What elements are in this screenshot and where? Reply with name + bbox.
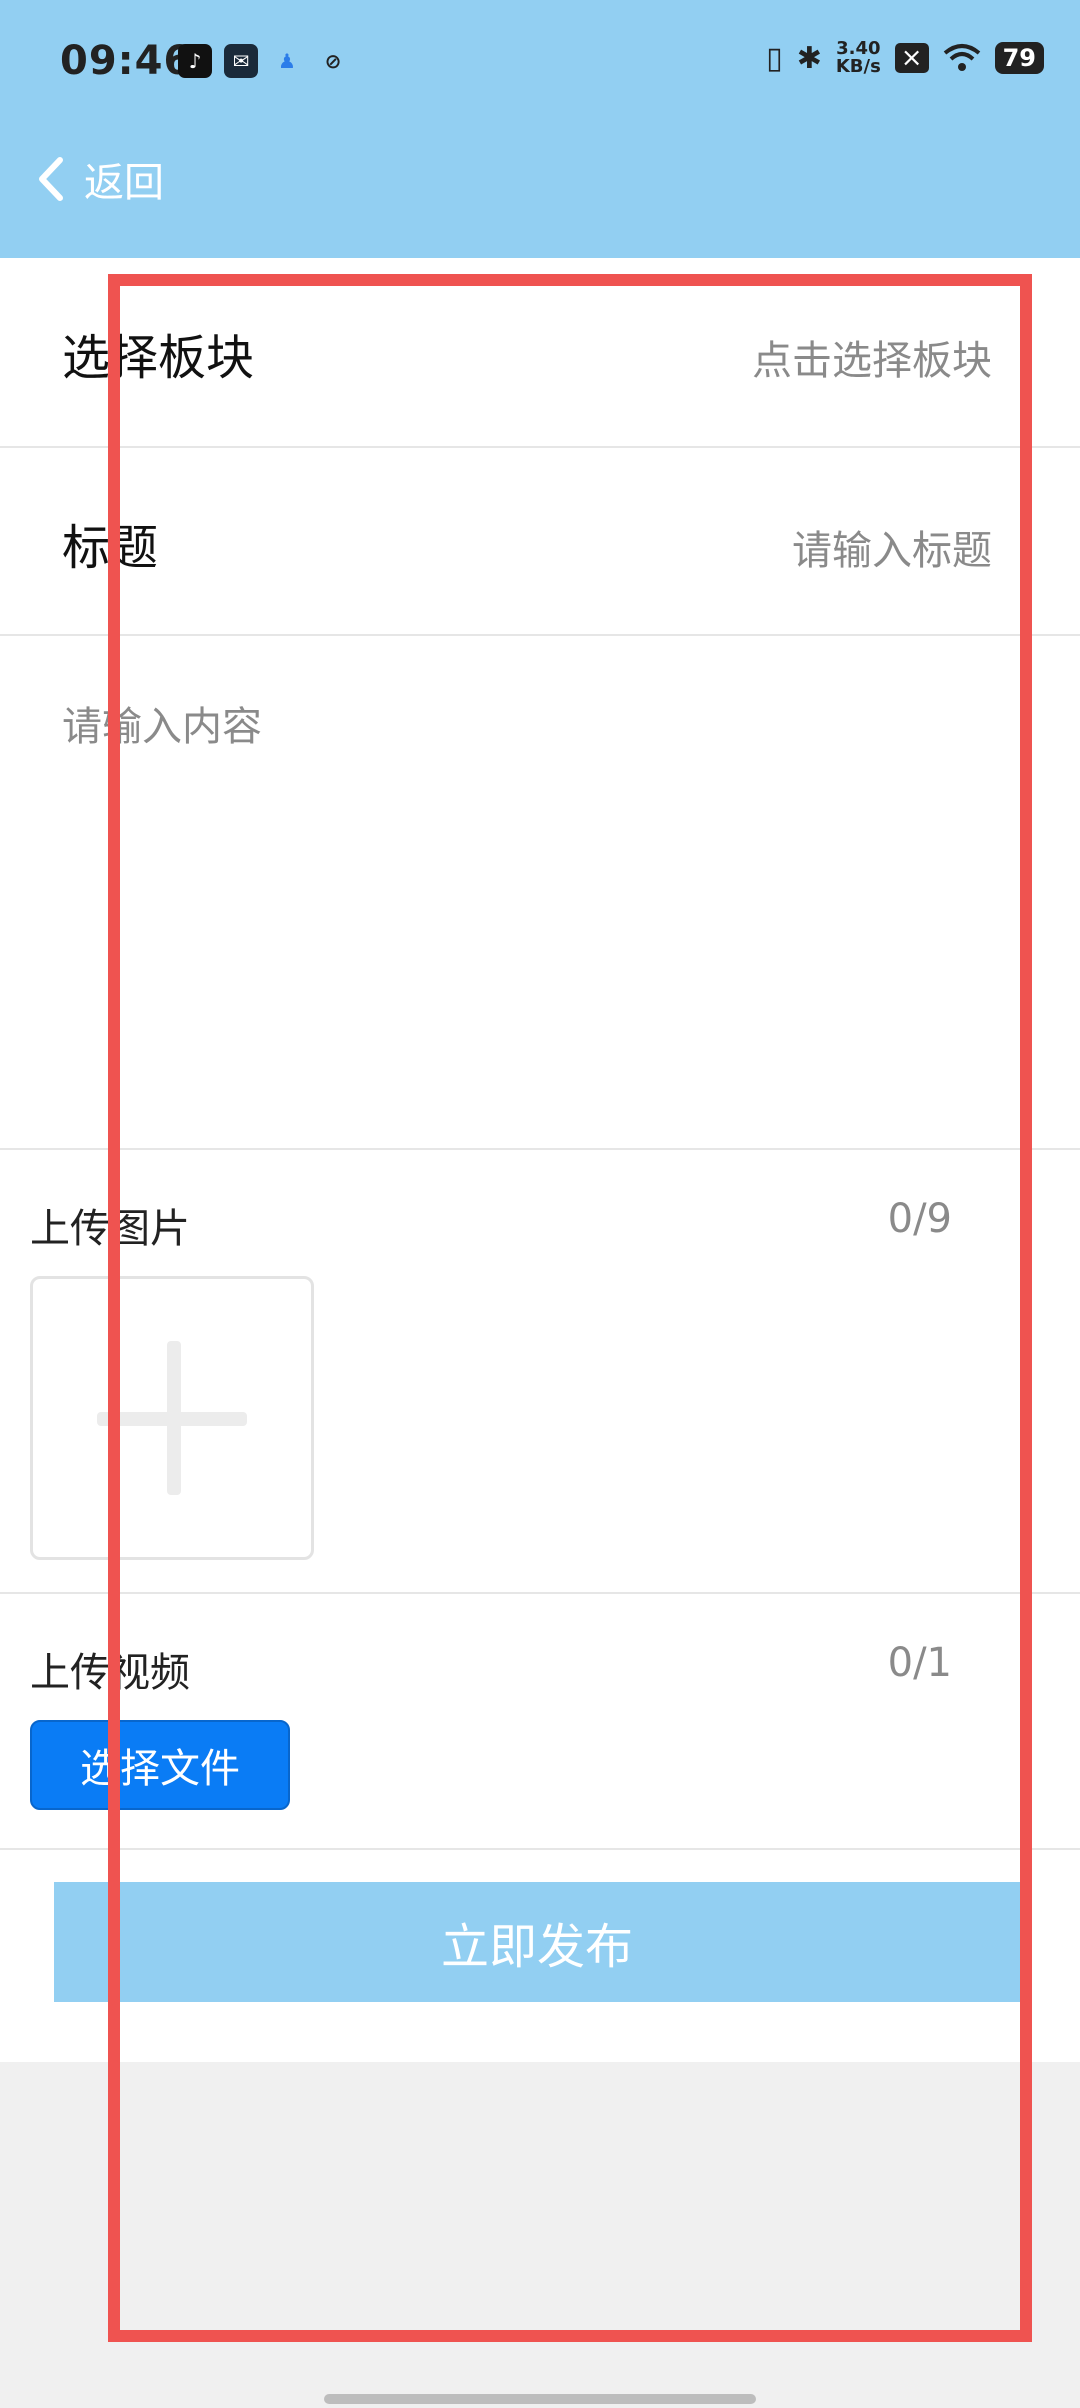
bluetooth-icon: ✱ xyxy=(796,40,822,76)
section-label: 选择板块 xyxy=(62,330,255,386)
title-row: 标题 请输入标题 xyxy=(0,448,1080,636)
status-right: ▯ ✱ 3.40 KB/s × 79 xyxy=(766,40,1044,76)
qq-icon: ♟ xyxy=(278,49,296,73)
title-input[interactable]: 请输入标题 xyxy=(792,518,992,576)
screen: 09:46 ♪ ✉ ♟ ⊘ ▯ ✱ 3.40 KB/s × 79 返回 选择板块… xyxy=(0,0,1080,2408)
upload-video-count: 0/1 xyxy=(887,1640,952,1686)
tiktok-icon: ♪ xyxy=(178,44,212,78)
upload-video-label: 上传视频 xyxy=(30,1650,190,1696)
upload-images-label: 上传图片 xyxy=(30,1206,190,1252)
home-indicator[interactable] xyxy=(324,2394,756,2404)
status-time: 09:46 xyxy=(60,38,193,84)
upload-images-count: 0/9 xyxy=(887,1196,952,1242)
publish-button[interactable]: 立即发布 xyxy=(54,1882,1020,2002)
content-textarea[interactable]: 请输入内容 xyxy=(0,636,1080,1150)
leaf-icon: ⊘ xyxy=(324,49,342,73)
plus-icon xyxy=(167,1341,181,1495)
notification-x-icon: × xyxy=(894,43,929,73)
battery-indicator: 79 xyxy=(994,42,1044,74)
network-speed-unit: KB/s xyxy=(835,56,881,77)
mail-icon: ✉ xyxy=(224,44,258,78)
chevron-left-icon xyxy=(39,157,63,201)
network-speed: 3.40 KB/s xyxy=(836,40,881,76)
back-button[interactable]: 返回 xyxy=(36,150,164,208)
section-select-row[interactable]: 选择板块 点击选择板块 xyxy=(0,258,1080,448)
add-image-button[interactable] xyxy=(30,1276,314,1560)
section-select-value[interactable]: 点击选择板块 xyxy=(752,328,992,386)
choose-file-button[interactable]: 选择文件 xyxy=(30,1720,290,1810)
title-label: 标题 xyxy=(62,520,159,576)
divider xyxy=(0,1592,1080,1594)
back-label: 返回 xyxy=(84,160,164,206)
status-app-icons: ♪ ✉ ♟ ⊘ xyxy=(178,44,350,78)
wifi-icon xyxy=(943,44,980,71)
content-placeholder: 请输入内容 xyxy=(62,704,262,750)
vibrate-icon: ▯ xyxy=(766,40,783,76)
post-form: 选择板块 点击选择板块 标题 请输入标题 请输入内容 上传图片 0/9 上传视频… xyxy=(0,258,1080,2062)
divider xyxy=(0,1848,1080,1850)
header: 09:46 ♪ ✉ ♟ ⊘ ▯ ✱ 3.40 KB/s × 79 返回 xyxy=(0,0,1080,258)
